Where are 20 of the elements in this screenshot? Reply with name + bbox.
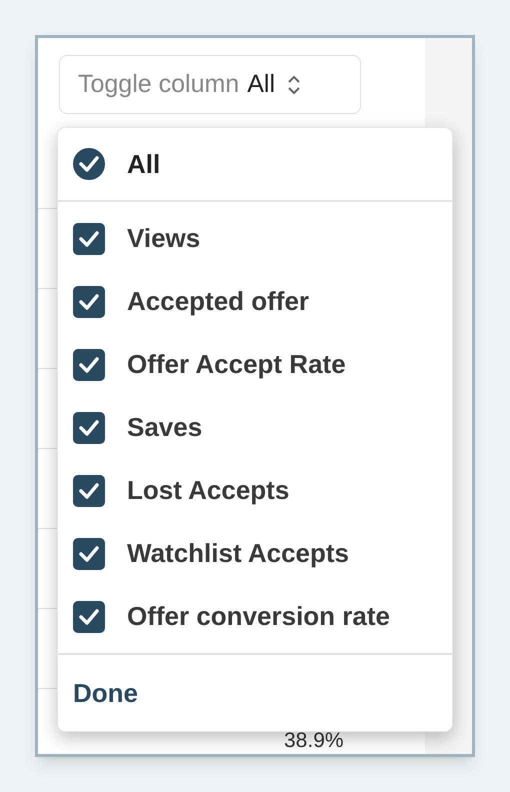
column-option-label[interactable]: Offer Accept Rate — [127, 345, 346, 384]
checkbox[interactable] — [73, 538, 105, 570]
column-option-label[interactable]: Watchlist Accepts — [127, 534, 350, 573]
column-option-label[interactable]: Accepted offer — [127, 282, 310, 321]
column-option-label[interactable]: Lost Accepts — [127, 471, 290, 510]
checkbox[interactable] — [73, 600, 105, 632]
select-all-option[interactable]: All — [73, 144, 160, 184]
option-label: All — [127, 148, 160, 180]
done-button[interactable]: Done — [73, 674, 138, 712]
column-option-label[interactable]: Saves — [127, 408, 202, 447]
checkbox[interactable] — [73, 412, 105, 444]
column-option-label[interactable]: Offer conversion rate — [127, 597, 390, 636]
toggle-column-select[interactable]: Toggle column All — [59, 55, 361, 114]
checkbox[interactable] — [73, 222, 105, 254]
checkbox[interactable] — [73, 474, 105, 506]
table-cell: 38.9% — [284, 729, 344, 753]
chevron-up-down-icon — [287, 74, 302, 96]
checkbox[interactable] — [73, 286, 105, 318]
checkbox[interactable] — [73, 348, 105, 380]
column-option-label[interactable]: Views — [127, 219, 200, 258]
